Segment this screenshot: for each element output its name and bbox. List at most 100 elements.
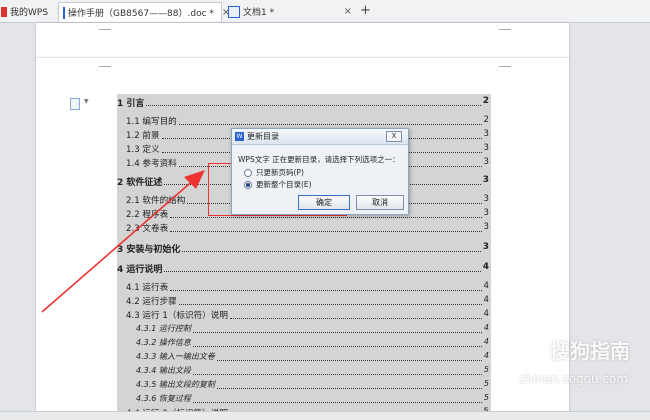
toc-page-number: 2: [483, 115, 489, 125]
toc-leader-dots: [146, 105, 481, 106]
toc-leader-dots: [193, 346, 482, 347]
watermark-url: zhinan.sogou.com: [518, 372, 628, 386]
radio-page-numbers[interactable]: [244, 168, 252, 177]
tab-label: 我的WPS: [10, 8, 49, 18]
toc-entry-title: 1.2 前景: [126, 131, 160, 141]
toc-entry[interactable]: 4.3.3 输入一输出文卷 4: [136, 351, 489, 363]
toc-page-number: 4: [483, 323, 489, 332]
toc-entry-title: 2.3 文卷表: [126, 224, 169, 234]
option-label: 更新整个目录(E): [256, 180, 312, 189]
toc-page-number: 3: [483, 208, 489, 218]
close-tab-icon[interactable]: ×: [344, 6, 352, 17]
toc-entry-title: 3 安装与初始化: [117, 245, 181, 255]
toc-entry-title: 1.3 定义: [126, 145, 160, 155]
toc-entry-title: 2 软件征述: [117, 178, 163, 188]
option-label: 只更新页码(P): [256, 168, 304, 177]
margin-mark: [499, 66, 511, 67]
toc-leader-dots: [217, 388, 482, 389]
toc-entry[interactable]: 4.2 运行步骤 4: [126, 295, 489, 307]
new-tab-button[interactable]: +: [360, 3, 371, 18]
option-update-page-numbers[interactable]: 只更新页码(P): [244, 167, 304, 178]
dialog-title: 更新目录: [247, 132, 279, 141]
ok-button[interactable]: 确定: [298, 195, 350, 210]
document-icon: [228, 5, 240, 18]
toc-page-number: 3: [482, 175, 489, 185]
toc-page-number: 3: [483, 194, 489, 204]
toc-entry[interactable]: 3 安装与初始化 3: [117, 242, 489, 255]
toc-entry-title: 4.3.3 输入一输出文卷: [136, 352, 215, 361]
tab-doc1[interactable]: 文档1 * ×: [224, 2, 354, 21]
margin-mark: [99, 29, 111, 30]
toc-leader-dots: [179, 124, 482, 125]
toc-leader-dots: [230, 318, 482, 319]
toc-entry-title: 1 引言: [117, 99, 145, 109]
dialog-message: WPS文字 正在更新目录，请选择下列选项之一：: [238, 155, 400, 164]
toc-page-number: 3: [482, 242, 489, 252]
toc-leader-dots: [193, 332, 482, 333]
tab-label: 操作手册（GB8567——88）.doc *: [68, 9, 214, 19]
toc-entry-title: 4.3.2 操作信息: [136, 338, 191, 347]
toc-page-number: 4: [483, 309, 489, 319]
toc-entry-title: 1.1 编写目的: [126, 117, 177, 127]
tab-my-wps[interactable]: 我的WPS ×: [0, 2, 64, 21]
toc-page-number: 4: [483, 281, 489, 291]
page-previous: [36, 23, 569, 61]
toc-leader-dots: [217, 360, 482, 361]
toc-page-number: 5: [483, 393, 489, 402]
toc-leader-dots: [170, 290, 482, 291]
wps-writer-icon: W: [235, 132, 244, 141]
toc-leader-dots: [164, 271, 481, 272]
toc-entry-title: 4.3.4 输出文段: [136, 366, 191, 375]
toc-entry[interactable]: 4.3.2 操作信息 4: [136, 337, 489, 349]
toc-entry[interactable]: 4.1 运行表 4: [126, 281, 489, 293]
toc-leader-dots: [170, 231, 482, 232]
toc-entry-title: 4.2 运行步骤: [126, 297, 177, 307]
toc-page-number: 4: [483, 295, 489, 305]
dropdown-arrow-icon[interactable]: ▼: [84, 98, 89, 105]
close-icon[interactable]: X: [386, 131, 402, 142]
toc-entry[interactable]: 1.1 编写目的 2: [126, 115, 489, 127]
toc-entry[interactable]: 1 引言 2: [117, 96, 489, 109]
toc-entry-title: 4.1 运行表: [126, 283, 169, 293]
toc-entry[interactable]: 4.3 运行 1（标识符）说明 4: [126, 309, 489, 321]
toc-entry-title: 4.3.6 恢复过程: [136, 394, 191, 403]
toc-entry[interactable]: 4.3.6 恢复过程 5: [136, 393, 489, 405]
toc-page-number: 5: [483, 365, 489, 374]
toc-entry[interactable]: 4.3.5 输出文段的复制 5: [136, 379, 489, 391]
toc-entry-title: 4 运行说明: [117, 265, 163, 275]
wps-logo-icon: [1, 6, 7, 17]
cancel-button[interactable]: 取消: [356, 195, 404, 210]
document-outline-icon[interactable]: [70, 98, 80, 110]
sogou-logo-icon: [520, 337, 544, 362]
toc-leader-dots: [182, 251, 481, 252]
toc-page-number: 4: [482, 262, 489, 272]
dialog-title-bar: W 更新目录 X: [232, 129, 408, 145]
toc-page-number: 5: [483, 379, 489, 388]
toc-page-number: 4: [483, 337, 489, 346]
tab-bar: 我的WPS × 操作手册（GB8567——88）.doc * × 文档1 * ×…: [0, 0, 650, 23]
margin-mark: [99, 66, 111, 67]
toc-leader-dots: [170, 217, 482, 218]
update-toc-dialog: W 更新目录 X WPS文字 正在更新目录，请选择下列选项之一： 只更新页码(P…: [231, 128, 409, 215]
radio-entire-toc[interactable]: [244, 180, 252, 189]
toc-leader-dots: [193, 374, 482, 375]
toc-leader-dots: [179, 304, 482, 305]
option-update-entire-toc[interactable]: 更新整个目录(E): [244, 179, 312, 190]
tab-label: 文档1 *: [243, 8, 275, 18]
toc-page-number: 3: [483, 129, 489, 139]
document-icon: [63, 6, 65, 19]
toc-entry-title: 2.1 软件的结构: [126, 196, 186, 206]
watermark-brand: 搜狗指南: [520, 335, 630, 364]
toc-entry[interactable]: 2.3 文卷表 3: [126, 222, 489, 234]
tab-manual-doc[interactable]: 操作手册（GB8567——88）.doc * ×: [58, 2, 230, 22]
toc-page-number: 2: [482, 96, 489, 106]
toc-leader-dots: [193, 402, 482, 403]
toc-entry[interactable]: 4 运行说明 4: [117, 262, 489, 275]
toc-page-number: 3: [483, 157, 489, 167]
watermark-text: 搜狗指南: [550, 339, 630, 363]
margin-mark: [499, 29, 511, 30]
toc-entry[interactable]: 4.3.4 输出文段 5: [136, 365, 489, 377]
toc-entry[interactable]: 4.3.1 运行控制 4: [136, 323, 489, 335]
toc-entry-title: 4.3.1 运行控制: [136, 324, 191, 333]
toc-entry-title: 2.2 程序表: [126, 210, 169, 220]
